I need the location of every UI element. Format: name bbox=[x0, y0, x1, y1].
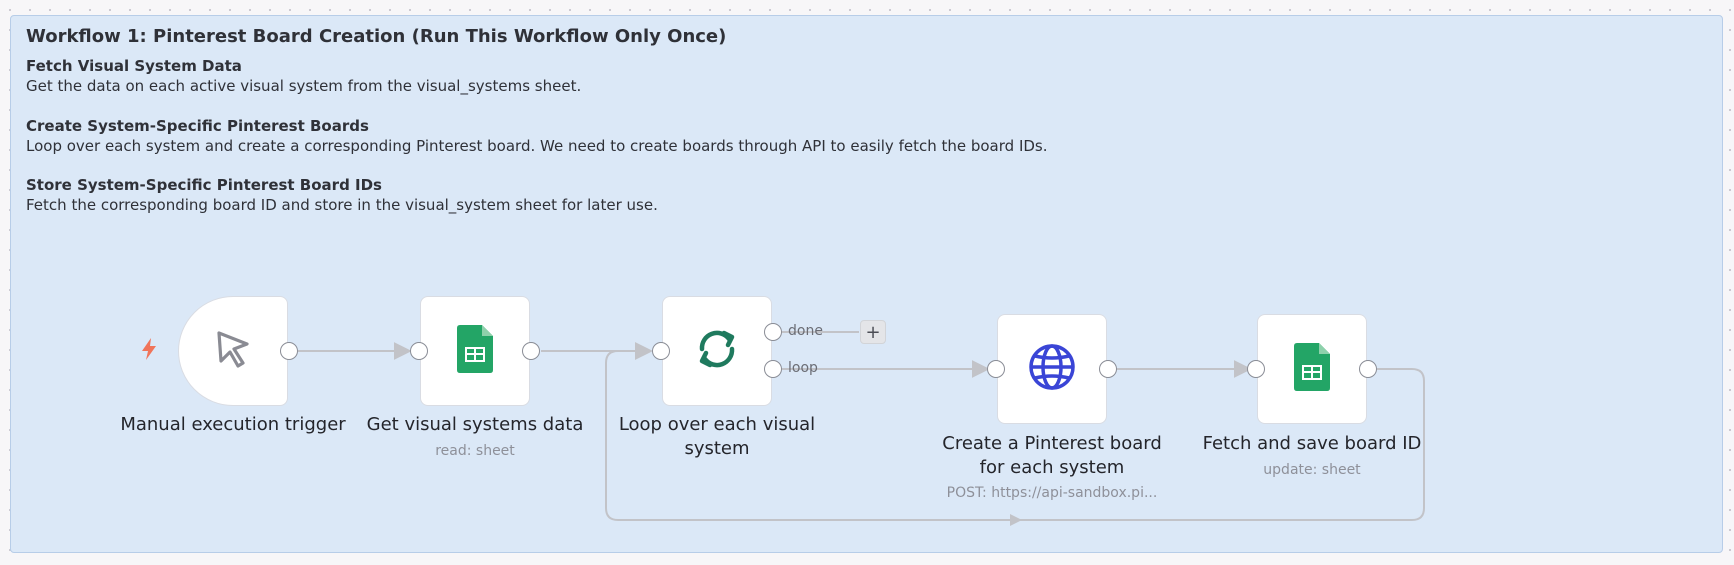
create-board-input-port[interactable] bbox=[987, 360, 1005, 378]
loop-loop-port[interactable] bbox=[764, 360, 782, 378]
done-label: done bbox=[788, 323, 823, 339]
fetch-save-output-port[interactable] bbox=[1359, 360, 1377, 378]
loop-done-port[interactable] bbox=[764, 323, 782, 341]
return-arrow-head bbox=[1010, 514, 1022, 526]
node-label-get-data: Get visual systems data bbox=[366, 414, 584, 435]
get-data-output-port[interactable] bbox=[522, 342, 540, 360]
google-sheets-icon bbox=[457, 325, 493, 377]
node-subtitle-create: POST: https://api-sandbox.pi... bbox=[946, 485, 1158, 501]
loop-icon bbox=[693, 325, 741, 377]
node-get-visual-systems[interactable] bbox=[420, 296, 530, 406]
loop-input-port[interactable] bbox=[652, 342, 670, 360]
globe-icon bbox=[1028, 343, 1076, 395]
node-label-loop-line1: Loop over each visual bbox=[618, 414, 816, 435]
node-label-fetch-save: Fetch and save board ID bbox=[1202, 433, 1422, 454]
loop-label: loop bbox=[788, 360, 818, 376]
add-node-button[interactable]: + bbox=[860, 320, 886, 344]
node-subtitle-get-data: read: sheet bbox=[435, 443, 515, 459]
node-loop-over-items[interactable] bbox=[662, 296, 772, 406]
node-fetch-save-board-id[interactable] bbox=[1257, 314, 1367, 424]
trigger-bolt-icon bbox=[140, 337, 158, 365]
google-sheets-icon bbox=[1294, 343, 1330, 395]
node-label-create-line2: for each system bbox=[979, 457, 1125, 478]
node-create-pinterest-board[interactable] bbox=[997, 314, 1107, 424]
node-label-trigger: Manual execution trigger bbox=[120, 414, 346, 435]
node-manual-trigger[interactable] bbox=[178, 296, 288, 406]
create-board-output-port[interactable] bbox=[1099, 360, 1117, 378]
connection-wires bbox=[298, 331, 1425, 526]
node-label-loop-line2: system bbox=[684, 438, 750, 459]
trigger-output-port[interactable] bbox=[280, 342, 298, 360]
node-label-create-line1: Create a Pinterest board bbox=[942, 433, 1162, 454]
get-data-input-port[interactable] bbox=[410, 342, 428, 360]
cursor-icon bbox=[211, 327, 255, 375]
fetch-save-input-port[interactable] bbox=[1247, 360, 1265, 378]
node-subtitle-fetch-save: update: sheet bbox=[1263, 462, 1361, 478]
